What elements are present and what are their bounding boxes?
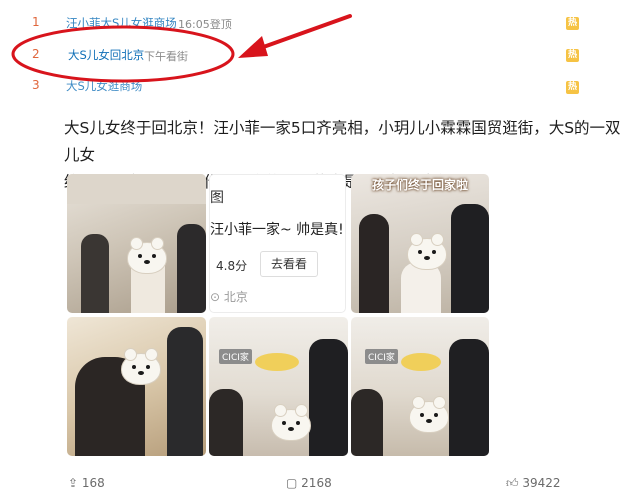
share-count: 168 (81, 476, 105, 490)
video-card-fragment: 图 (210, 190, 224, 206)
photo-6[interactable]: CICI家 (351, 317, 489, 456)
annotation-overlay (11, 14, 352, 83)
video-card[interactable]: 图 汪小菲一家~ 帅是真! 4.8分 去看看 ⊙ 北京 (209, 174, 346, 313)
go-see-button[interactable]: 去看看 (260, 251, 318, 277)
bear-mask-icon (127, 237, 167, 274)
bear-mask-icon (409, 396, 449, 433)
photo-1[interactable] (67, 174, 206, 313)
like-action[interactable]: 👍︎ 39422 (506, 476, 561, 491)
comment-count: 2168 (301, 476, 332, 490)
bear-mask-icon (121, 348, 161, 385)
bear-mask-icon (407, 233, 447, 270)
store-sign: CICI家 (365, 349, 398, 364)
location-row: ⊙ 北京 (210, 288, 248, 305)
comment-action[interactable]: ▢ 2168 (286, 476, 332, 490)
photo-5[interactable]: CICI家 (209, 317, 348, 456)
action-bar: ⇪ 168 ▢ 2168 👍︎ 39422 (0, 476, 640, 491)
bear-mask-icon (271, 404, 311, 441)
location-label: 北京 (223, 290, 248, 304)
post-text-line-1: 大S儿女终于回北京！汪小菲一家5口齐亮相，小玥儿小霖霖国贸逛街，大S的一双儿女 (64, 119, 621, 164)
store-sign: CICI家 (219, 349, 252, 364)
location-pin-icon: ⊙ (210, 290, 221, 304)
video-card-title: 汪小菲一家~ 帅是真! (210, 222, 344, 238)
comment-icon: ▢ (286, 476, 298, 490)
annotation-arrow-shaft (253, 14, 352, 52)
annotation-circle (11, 25, 235, 83)
share-action[interactable]: ⇪ 168 (68, 476, 105, 490)
video-card-rating: 4.8分 (216, 259, 248, 273)
share-icon: ⇪ (68, 476, 79, 490)
photo-4[interactable] (67, 317, 206, 456)
annotation-arrow-head (238, 36, 268, 58)
photo-caption: 孩子们终于回家啦 (371, 178, 468, 192)
photo-3[interactable]: 孩子们终于回家啦 (351, 174, 489, 313)
like-count: 39422 (522, 476, 561, 490)
thumbs-up-icon: 👍︎ (506, 476, 519, 490)
